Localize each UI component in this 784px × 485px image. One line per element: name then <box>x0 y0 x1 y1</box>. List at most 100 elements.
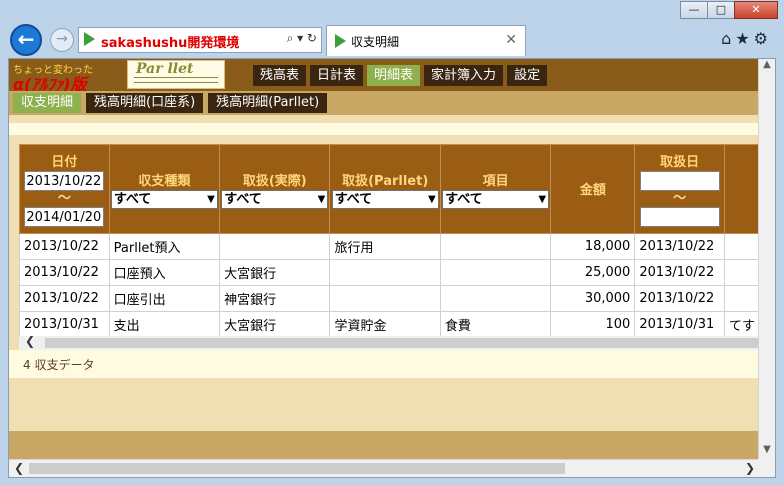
alpha-logo: ちょっと変わった α(ｱﾙﾌｧ)版 <box>11 61 123 94</box>
page-bottom-bar <box>9 431 760 461</box>
cell-handling-date: 2013/10/22 <box>634 285 725 312</box>
cell-type: 口座引出 <box>108 285 221 312</box>
cell-date: 2013/10/22 <box>19 259 110 286</box>
header-handling-date-label: 取扱日 <box>660 155 700 170</box>
cell-actual: 大宮銀行 <box>219 259 331 286</box>
browser-tab[interactable]: 収支明細 ✕ <box>326 25 526 56</box>
page-scroll-right-icon[interactable]: ❯ <box>745 461 755 475</box>
cell-item <box>439 285 552 312</box>
parllet-logo-text: Par llet <box>136 61 194 77</box>
header-amount-label: 金額 <box>579 183 606 198</box>
address-text[interactable]: sakashushu開発環境 <box>101 32 239 51</box>
nav-balance[interactable]: 残高表 <box>253 65 307 86</box>
header-handling-actual-label: 取扱(実際) <box>242 173 307 189</box>
handling-actual-value: すべて <box>224 191 262 207</box>
page-scroll-left-icon[interactable]: ❮ <box>14 461 24 475</box>
header-date-label: 日付 <box>51 155 78 170</box>
table-row[interactable]: 2013/10/22 口座引出 神宮銀行 30,000 2013/10/22 <box>19 285 760 312</box>
nav-details[interactable]: 明細表 <box>367 65 421 86</box>
home-favorites-settings-icons[interactable]: ⌂★⚙ <box>721 29 772 48</box>
nav-daily[interactable]: 日計表 <box>310 65 364 86</box>
cell-handling-date: 2013/10/22 <box>634 233 725 260</box>
handling-parllet-select[interactable]: すべて ▼ <box>331 189 439 209</box>
cell-actual: 神宮銀行 <box>219 285 331 312</box>
cell-type: 口座預入 <box>108 259 221 286</box>
forward-button[interactable]: → <box>50 28 74 52</box>
cell-amount: 25,000 <box>550 259 636 286</box>
nav-entry[interactable]: 家計簿入力 <box>424 65 504 86</box>
page-horizontal-scrollbar[interactable]: ❮ ❯ <box>9 459 760 477</box>
header-item: 項目 すべて ▼ <box>439 144 552 234</box>
header-date: 日付 ～ <box>19 144 110 234</box>
cell-item <box>439 233 552 260</box>
header-handling-parllet-label: 取扱(Parllet) <box>342 173 429 189</box>
back-button[interactable]: ← <box>10 24 42 56</box>
page-vertical-scrollbar[interactable]: ▲ ▼ <box>758 59 775 461</box>
page-scroll-thumb[interactable] <box>29 463 565 474</box>
cell-extra <box>723 285 760 312</box>
tab-title: 収支明細 <box>351 35 400 49</box>
close-window-button[interactable]: ✕ <box>734 1 778 19</box>
handling-date-to-input[interactable] <box>639 207 720 227</box>
page-viewport: ちょっと変わった α(ｱﾙﾌｧ)版 Par llet 残高表 日計表 明細表 家… <box>8 58 776 478</box>
table-horizontal-scrollbar[interactable]: ❮ <box>19 334 760 350</box>
header-row: 日付 ～ 収支種類 すべて▼ 取扱(実際) すべて▼ 取扱(Parlle <box>19 144 760 234</box>
cell-type: 支出 <box>108 311 221 336</box>
table-row[interactable]: 2013/10/22 口座預入 大宮銀行 25,000 2013/10/22 <box>19 259 760 286</box>
handling-date-tilde: ～ <box>673 191 687 206</box>
cell-amount: 30,000 <box>550 285 636 312</box>
record-count-bar: 4 収支データ <box>9 350 760 378</box>
scroll-up-arrow-icon[interactable]: ▲ <box>759 59 775 76</box>
page-strip <box>9 115 760 123</box>
table-scroll-thumb[interactable] <box>45 338 760 348</box>
main-nav: 残高表 日計表 明細表 家計簿入力 設定 <box>253 65 551 86</box>
tab-favicon-icon <box>335 34 346 48</box>
cell-amount: 100 <box>550 311 636 336</box>
subnav-income-expense[interactable]: 収支明細 <box>13 93 82 113</box>
header-handling-parllet: 取扱(Parllet) すべて ▼ <box>329 144 441 234</box>
handling-parllet-value: すべて <box>334 191 373 207</box>
scroll-left-arrow-icon[interactable]: ❮ <box>25 334 35 348</box>
table-row[interactable]: 2013/10/31 支出 大宮銀行 学資貯金 食費 100 2013/10/3… <box>19 311 760 336</box>
cell-parllet: 学資貯金 <box>329 311 441 336</box>
type-select[interactable]: すべて ▼ <box>110 189 218 209</box>
detail-table: 日付 ～ 収支種類 すべて▼ 取扱(実際) すべて▼ 取扱(Parlle <box>19 144 760 336</box>
detail-table-container: 日付 ～ 収支種類 すべて▼ 取扱(実際) すべて▼ 取扱(Parlle <box>19 144 760 336</box>
cell-handling-date: 2013/10/31 <box>634 311 725 336</box>
date-from-input[interactable] <box>24 171 105 191</box>
sub-nav: 収支明細 残高明細(口座系) 残高明細(Parllet) <box>9 91 760 115</box>
nav-settings[interactable]: 設定 <box>507 65 548 86</box>
item-select[interactable]: すべて ▼ <box>442 189 550 209</box>
parllet-logo[interactable]: Par llet <box>127 60 225 89</box>
header-item-label: 項目 <box>482 173 509 189</box>
cell-item <box>439 259 552 286</box>
subnav-balance-parllet[interactable]: 残高明細(Parllet) <box>208 93 328 113</box>
address-actions[interactable]: ⌕ ▾ ↻ <box>287 31 317 46</box>
address-bar[interactable]: sakashushu開発環境 ⌕ ▾ ↻ <box>78 27 322 53</box>
tab-close-icon[interactable]: ✕ <box>505 32 517 48</box>
date-range-tilde: ～ <box>57 191 71 206</box>
table-row[interactable]: 2013/10/22 Parllet預入 旅行用 18,000 2013/10/… <box>19 233 760 260</box>
cell-type: Parllet預入 <box>108 233 221 260</box>
cell-item: 食費 <box>439 311 552 336</box>
header-amount: 金額 <box>550 144 636 234</box>
minimize-button[interactable]: — <box>680 1 708 19</box>
type-select-value: すべて <box>113 191 152 207</box>
cell-date: 2013/10/22 <box>19 233 110 260</box>
handling-date-from-input[interactable] <box>639 171 720 191</box>
site-header: ちょっと変わった α(ｱﾙﾌｧ)版 Par llet 残高表 日計表 明細表 家… <box>9 59 760 94</box>
maximize-button[interactable]: □ <box>707 1 735 19</box>
logo-line <box>134 82 218 83</box>
header-type: 収支種類 すべて ▼ <box>108 144 221 234</box>
arrow-right-icon: → <box>56 31 68 47</box>
cell-actual: 大宮銀行 <box>219 311 331 336</box>
item-select-value: すべて <box>445 191 483 207</box>
subnav-balance-account[interactable]: 残高明細(口座系) <box>86 93 204 113</box>
scrollbar-corner <box>758 459 775 477</box>
date-to-input[interactable] <box>24 207 105 227</box>
handling-actual-select[interactable]: すべて ▼ <box>221 189 329 209</box>
cell-date: 2013/10/22 <box>19 285 110 312</box>
record-count: 4 収支データ <box>23 358 95 372</box>
cell-parllet <box>329 285 441 312</box>
chevron-down-icon: ▼ <box>317 193 326 205</box>
